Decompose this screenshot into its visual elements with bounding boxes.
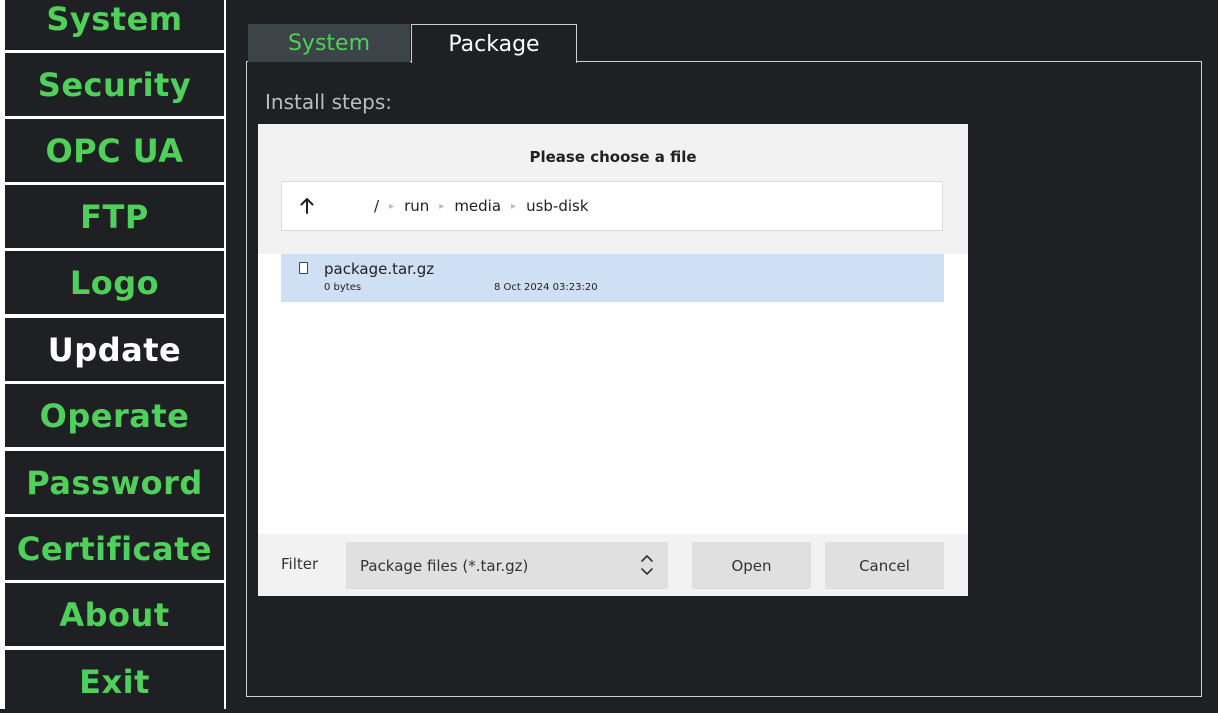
filter-label: Filter: [281, 555, 319, 573]
open-button[interactable]: Open: [692, 542, 811, 589]
file-row[interactable]: package.tar.gz 0 bytes 8 Oct 2024 03:23:…: [281, 254, 944, 302]
file-chooser-dialog: Please choose a file / ▸ run ▸ media ▸ u…: [258, 124, 968, 596]
up-down-chevron-icon: [641, 555, 653, 575]
sidebar-item-ftp[interactable]: FTP: [5, 185, 224, 248]
file-modified-date: 8 Oct 2024 03:23:20: [494, 282, 598, 293]
dialog-button-bar: Filter Package files (*.tar.gz) Open Can…: [258, 534, 968, 596]
up-directory-button[interactable]: [282, 182, 332, 230]
arrow-up-icon: [300, 198, 314, 214]
cancel-button[interactable]: Cancel: [825, 542, 944, 589]
sidebar-item-operate[interactable]: Operate: [5, 384, 224, 447]
filter-select[interactable]: Package files (*.tar.gz): [346, 542, 668, 589]
breadcrumb-separator-icon: ▸: [389, 200, 395, 212]
sidebar-item-logo[interactable]: Logo: [5, 251, 224, 314]
breadcrumb-root[interactable]: /: [374, 197, 379, 215]
sidebar-item-password[interactable]: Password: [5, 451, 224, 514]
dialog-title: Please choose a file: [529, 148, 697, 166]
sidebar: System Security OPC UA FTP Logo Update O…: [0, 0, 226, 713]
sidebar-item-update[interactable]: Update: [5, 318, 224, 381]
filter-select-value: Package files (*.tar.gz): [360, 556, 529, 575]
sidebar-item-security[interactable]: Security: [5, 53, 224, 116]
breadcrumb-run[interactable]: run: [404, 197, 429, 215]
sidebar-item-opc-ua[interactable]: OPC UA: [5, 119, 224, 182]
breadcrumb-separator-icon: ▸: [511, 200, 517, 212]
sidebar-item-about[interactable]: About: [5, 583, 224, 646]
path-bar: / ▸ run ▸ media ▸ usb-disk: [281, 181, 943, 231]
install-steps-label: Install steps:: [265, 90, 392, 114]
sidebar-item-exit[interactable]: Exit: [5, 650, 224, 713]
breadcrumb-usb-disk[interactable]: usb-disk: [526, 197, 588, 215]
file-list: package.tar.gz 0 bytes 8 Oct 2024 03:23:…: [258, 254, 968, 534]
tab-package[interactable]: Package: [411, 24, 577, 63]
breadcrumb-separator-icon: ▸: [439, 200, 445, 212]
file-icon: [299, 262, 308, 274]
tab-system[interactable]: System: [248, 24, 410, 62]
file-name: package.tar.gz: [324, 260, 435, 278]
sidebar-item-certificate[interactable]: Certificate: [5, 517, 224, 580]
sidebar-item-system[interactable]: System: [5, 0, 224, 50]
breadcrumb-media[interactable]: media: [454, 197, 501, 215]
file-size: 0 bytes: [324, 282, 362, 293]
